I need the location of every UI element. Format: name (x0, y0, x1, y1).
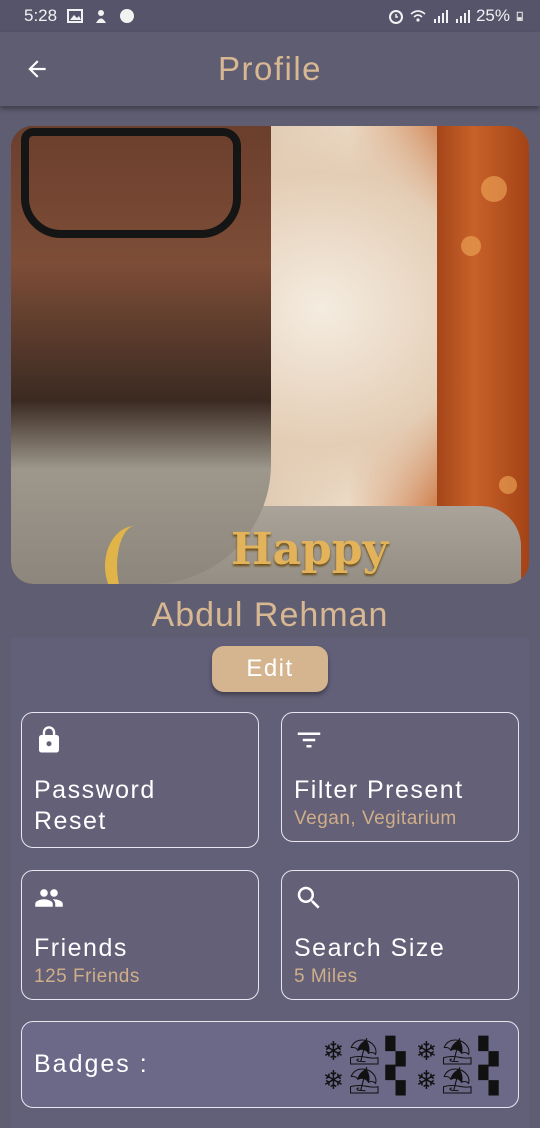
search-icon (297, 886, 320, 909)
lock-icon (39, 726, 59, 753)
snowflake-badge-icon: ❄ (415, 1064, 438, 1095)
photo-overlay-text: Happy (231, 524, 389, 575)
search-size-title: Search Size (294, 934, 446, 962)
gallery-icon (67, 9, 84, 23)
friends-title: Friends (34, 934, 128, 962)
password-reset-title-line2: Reset (34, 807, 107, 835)
snowflake-badge-icon: ❄ (322, 1064, 345, 1095)
password-reset-card[interactable]: Password Reset (21, 712, 259, 848)
friends-card[interactable]: Friends 125 Friends (21, 870, 259, 1000)
badges-card[interactable]: Badges : ❄ ⛱ ▚ ❄ ⛱ ▚ ❄ ⛱ ▚ ❄ ⛱ ▚ (21, 1021, 519, 1108)
back-button[interactable] (22, 54, 52, 84)
grid-badge-icon: ▚ (385, 1035, 406, 1066)
umbrella-badge-icon: ⛱ (441, 1035, 475, 1066)
grid-badge-icon: ▚ (385, 1064, 406, 1095)
snowflake-badge-icon: ❄ (322, 1035, 345, 1066)
alarm-icon (388, 10, 403, 24)
friends-subtitle: 125 Friends (34, 966, 140, 987)
badge-grid: ❄ ⛱ ▚ ❄ ⛱ ▚ ❄ ⛱ ▚ ❄ ⛱ ▚ (318, 1036, 504, 1094)
edit-button[interactable]: Edit (212, 646, 328, 692)
search-size-card[interactable]: Search Size 5 Miles (281, 870, 519, 1000)
photo-bokeh (461, 236, 481, 256)
photo-glasses (21, 128, 241, 238)
umbrella-badge-icon: ⛱ (441, 1064, 475, 1095)
filter-card[interactable]: Filter Present Vegan, Vegitarium (281, 712, 519, 842)
arrow-back-icon (28, 60, 46, 78)
filter-subtitle: Vegan, Vegitarium (294, 808, 457, 829)
user-name: Abdul Rehman (151, 596, 389, 634)
signal-icon (433, 10, 448, 23)
wifi-icon (410, 10, 426, 22)
snowflake-badge-icon: ❄ (415, 1035, 438, 1066)
battery-level: 25% (475, 6, 510, 25)
signal-icon-2 (455, 10, 470, 23)
people-icon (35, 889, 63, 907)
photo-bokeh (481, 176, 507, 202)
password-reset-title-line1: Password (34, 776, 156, 804)
umbrella-badge-icon: ⛱ (348, 1035, 382, 1066)
umbrella-badge-icon: ⛱ (348, 1064, 382, 1095)
grid-badge-icon: ▚ (478, 1064, 499, 1095)
grid-badge-icon: ▚ (478, 1035, 499, 1066)
photo-bokeh (499, 476, 517, 494)
search-size-subtitle: 5 Miles (294, 966, 358, 987)
status-time: 5:28 (24, 6, 58, 25)
app-badge-icon (120, 9, 135, 23)
badges-label: Badges : (34, 1050, 149, 1078)
profile-photo: Happy (11, 126, 529, 584)
app-bar: Profile (0, 32, 540, 106)
battery-icon (516, 11, 523, 21)
page-title: Profile (217, 50, 323, 87)
filter-title: Filter Present (294, 776, 464, 804)
filter-icon (297, 732, 321, 748)
status-bar: 5:28 25% (0, 0, 540, 32)
notification-icon (96, 10, 107, 23)
